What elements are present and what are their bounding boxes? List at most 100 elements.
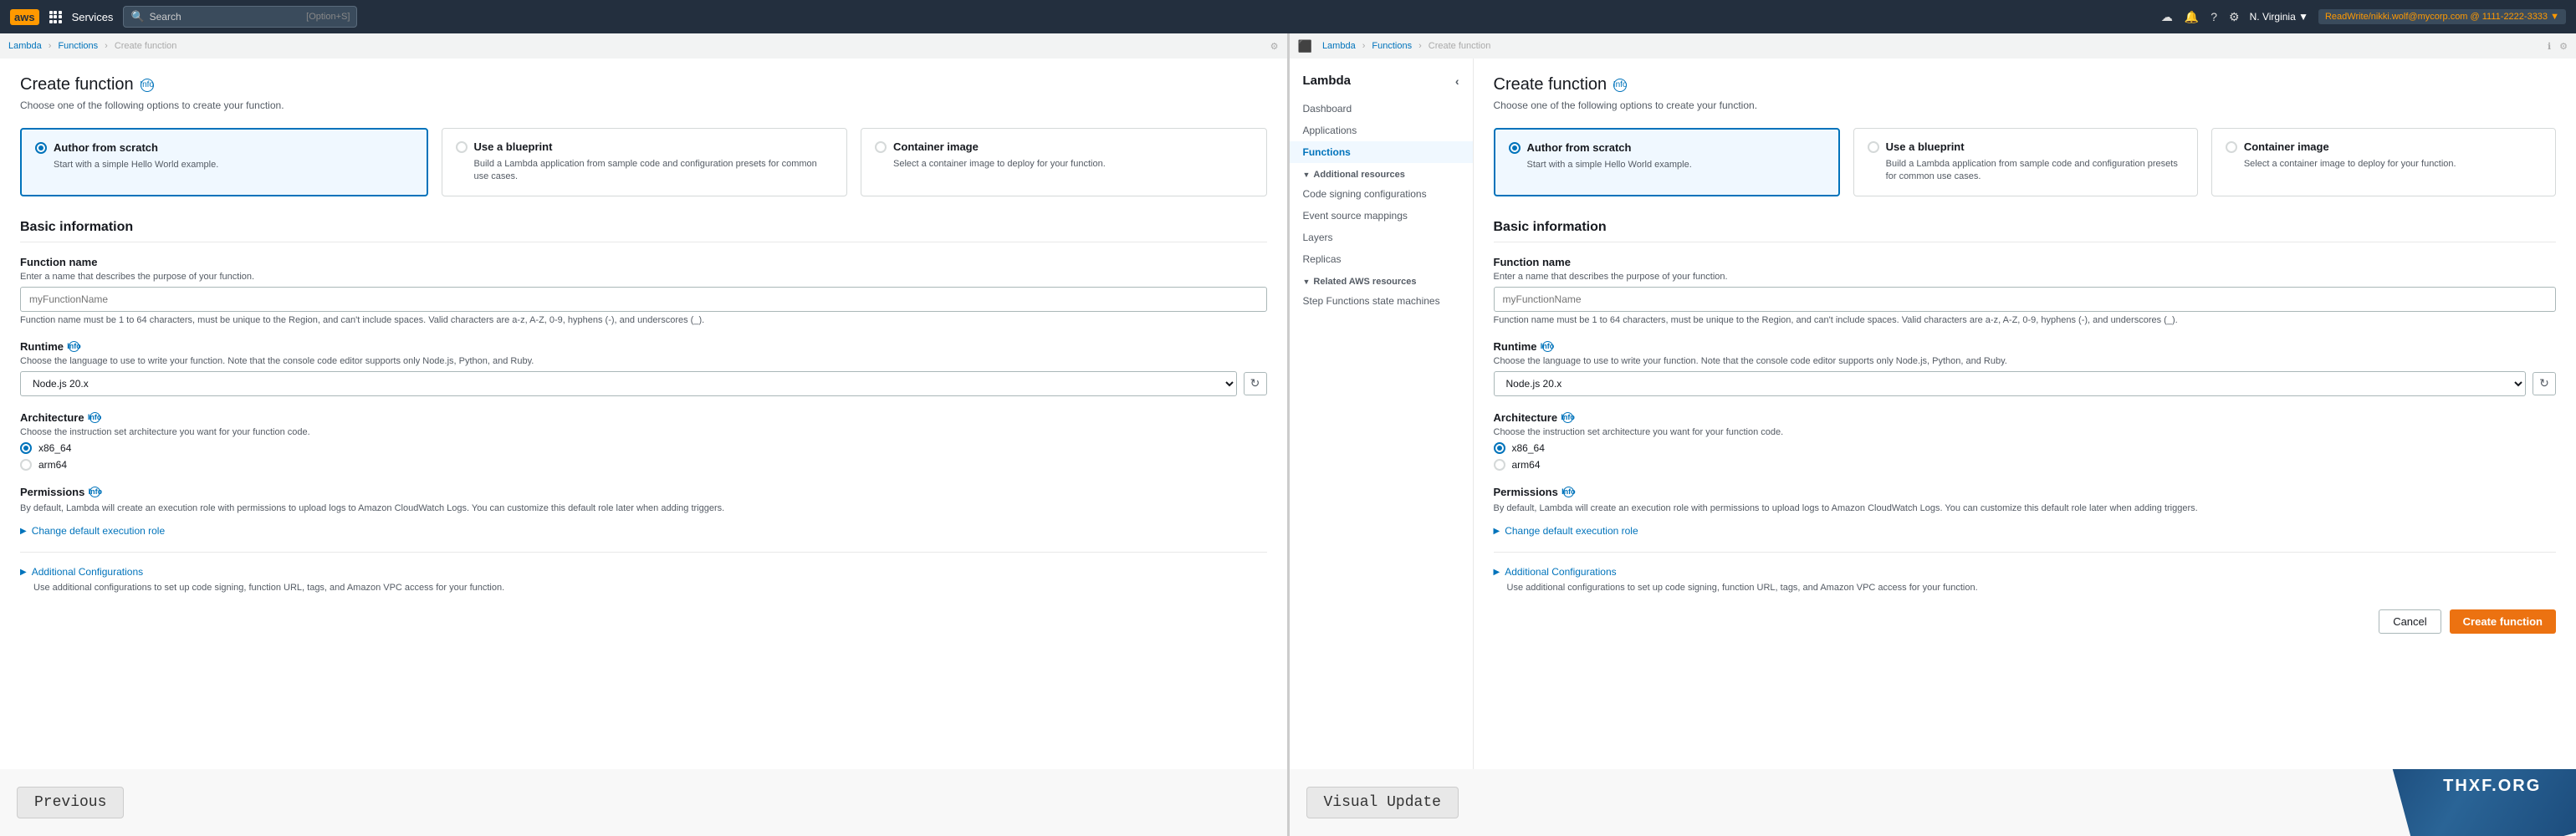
- right-info-icon[interactable]: ℹ: [2548, 41, 2551, 52]
- sidebar-item-layers[interactable]: Layers: [1290, 227, 1473, 248]
- left-arch-x86-radio[interactable]: [20, 442, 32, 454]
- left-perm-info[interactable]: Info: [89, 487, 100, 497]
- left-radio-container[interactable]: [875, 141, 887, 153]
- left-arch-info[interactable]: Info: [89, 412, 100, 423]
- search-placeholder: Search: [150, 11, 181, 23]
- sidebar-section-arrow: ▼: [1303, 171, 1311, 179]
- watermark-text-container: THXF.ORG: [2443, 777, 2541, 796]
- right-option-container[interactable]: Container image Select a container image…: [2211, 128, 2556, 196]
- right-action-buttons: Cancel Create function: [1494, 609, 2557, 634]
- right-option-blueprint[interactable]: Use a blueprint Build a Lambda applicati…: [1853, 128, 2198, 196]
- left-option-author[interactable]: Author from scratch Start with a simple …: [20, 128, 428, 196]
- sidebar-item-functions[interactable]: Functions: [1290, 141, 1473, 163]
- right-function-name-input[interactable]: [1494, 287, 2557, 312]
- breadcrumb-create: Create function: [115, 41, 177, 51]
- region-selector[interactable]: N. Virginia ▼: [2250, 11, 2308, 23]
- breadcrumb-lambda[interactable]: Lambda: [8, 41, 42, 51]
- right-permissions-group: Permissions Info By default, Lambda will…: [1494, 486, 2557, 538]
- sidebar-item-step-functions[interactable]: Step Functions state machines: [1290, 290, 1473, 312]
- bell-icon[interactable]: 🔔: [2185, 10, 2199, 24]
- left-function-name-validation: Function name must be 1 to 64 characters…: [20, 315, 1267, 325]
- right-breadcrumb-functions[interactable]: Functions: [1372, 41, 1412, 51]
- watermark-overlay: THXF.ORG: [2386, 769, 2576, 836]
- right-add-config-icon: ▶: [1494, 568, 1500, 577]
- cloud-icon[interactable]: ☁: [2161, 10, 2173, 24]
- right-arch-arm64-radio[interactable]: [1494, 459, 1505, 471]
- right-runtime-info[interactable]: Info: [1542, 341, 1553, 352]
- right-radio-author[interactable]: [1509, 142, 1521, 154]
- left-arch-arm64-radio[interactable]: [20, 459, 32, 471]
- sidebar-item-applications[interactable]: Applications: [1290, 120, 1473, 141]
- sidebar-item-replicas[interactable]: Replicas: [1290, 248, 1473, 270]
- right-option-author-desc: Start with a simple Hello World example.: [1527, 159, 1825, 171]
- left-option-container[interactable]: Container image Select a container image…: [861, 128, 1267, 196]
- create-function-button[interactable]: Create function: [2450, 609, 2556, 634]
- left-function-name-hint: Enter a name that describes the purpose …: [20, 272, 1267, 282]
- right-arch-x86[interactable]: x86_64: [1494, 442, 2557, 454]
- right-runtime-hint: Choose the language to use to write your…: [1494, 356, 2557, 366]
- sidebar-item-event-source[interactable]: Event source mappings: [1290, 205, 1473, 227]
- left-title-row: Create function Info: [20, 75, 1267, 94]
- right-runtime-select[interactable]: Node.js 20.x: [1494, 371, 2527, 396]
- right-radio-container[interactable]: [2226, 141, 2237, 153]
- right-info-badge[interactable]: Info: [1613, 79, 1627, 92]
- left-arch-x86[interactable]: x86_64: [20, 442, 1267, 454]
- left-runtime-info[interactable]: Info: [69, 341, 79, 352]
- right-breadcrumb-create: Create function: [1429, 41, 1491, 51]
- right-arch-info[interactable]: Info: [1562, 412, 1573, 423]
- sidebar-additional-label: Additional resources: [1313, 170, 1404, 180]
- left-option-author-header: Author from scratch: [35, 141, 413, 154]
- right-additional-config[interactable]: ▶ Additional Configurations: [1494, 566, 2557, 578]
- right-radio-blueprint[interactable]: [1868, 141, 1879, 153]
- left-arch-arm64[interactable]: arm64: [20, 459, 1267, 471]
- cancel-button[interactable]: Cancel: [2379, 609, 2441, 634]
- left-option-container-title: Container image: [893, 140, 979, 153]
- left-change-default-role[interactable]: ▶ Change default execution role: [20, 525, 1267, 537]
- sidebar-related-arrow: ▼: [1303, 278, 1311, 286]
- breadcrumb-functions[interactable]: Functions: [58, 41, 98, 51]
- left-runtime-select[interactable]: Node.js 20.x: [20, 371, 1237, 396]
- top-nav: aws Services 🔍 Search [Option+S] ☁ 🔔 ? ⚙…: [0, 0, 2576, 33]
- right-arch-hint: Choose the instruction set architecture …: [1494, 427, 2557, 437]
- panel-close-icon[interactable]: ⚙: [1270, 41, 1279, 52]
- left-additional-config[interactable]: ▶ Additional Configurations: [20, 566, 1267, 578]
- left-radio-blueprint[interactable]: [456, 141, 468, 153]
- left-radio-author[interactable]: [35, 142, 47, 154]
- search-bar[interactable]: 🔍 Search [Option+S]: [123, 6, 357, 28]
- breadcrumb-sep2: ›: [105, 41, 108, 51]
- left-function-name-input[interactable]: [20, 287, 1267, 312]
- right-breadcrumb-lambda[interactable]: Lambda: [1322, 41, 1356, 51]
- services-label[interactable]: Services: [72, 11, 114, 23]
- left-option-cards: Author from scratch Start with a simple …: [20, 128, 1267, 196]
- right-option-blueprint-title: Use a blueprint: [1886, 140, 1965, 153]
- left-runtime-refresh[interactable]: ↻: [1244, 372, 1267, 395]
- bottom-row: Previous Visual Update THXF.ORG: [0, 769, 2576, 836]
- help-icon[interactable]: ?: [2211, 10, 2217, 23]
- right-arch-x86-radio[interactable]: [1494, 442, 1505, 454]
- right-nav-logo[interactable]: ⬛: [1298, 39, 1312, 54]
- right-change-default-role[interactable]: ▶ Change default execution role: [1494, 525, 2557, 537]
- right-perm-info[interactable]: Info: [1563, 487, 1574, 497]
- right-runtime-refresh[interactable]: ↻: [2533, 372, 2556, 395]
- right-page-title: Create function: [1494, 75, 1607, 94]
- services-grid-icon[interactable]: [49, 11, 62, 23]
- right-change-default-label: Change default execution role: [1505, 525, 1638, 537]
- right-runtime-group: Runtime Info Choose the language to use …: [1494, 340, 2557, 396]
- aws-logo: aws: [10, 9, 39, 25]
- right-option-author[interactable]: Author from scratch Start with a simple …: [1494, 128, 1840, 196]
- right-settings-icon[interactable]: ⚙: [2559, 41, 2568, 52]
- breadcrumb-sep1: ›: [49, 41, 52, 51]
- left-subtitle: Choose one of the following options to c…: [20, 99, 1267, 111]
- sidebar-item-dashboard[interactable]: Dashboard: [1290, 98, 1473, 120]
- right-function-name-validation: Function name must be 1 to 64 characters…: [1494, 315, 2557, 325]
- sidebar-item-code-signing[interactable]: Code signing configurations: [1290, 183, 1473, 205]
- left-info-badge[interactable]: Info: [141, 79, 154, 92]
- settings-icon[interactable]: ⚙: [2229, 10, 2240, 24]
- sidebar-collapse-btn[interactable]: ‹: [1455, 74, 1459, 88]
- account-selector[interactable]: ReadWrite/nikki.wolf@mycorp.com @ 1111-2…: [2318, 9, 2566, 24]
- sidebar-related-aws[interactable]: ▼ Related AWS resources: [1290, 270, 1473, 290]
- right-arch-arm64[interactable]: arm64: [1494, 459, 2557, 471]
- left-option-blueprint[interactable]: Use a blueprint Build a Lambda applicati…: [442, 128, 848, 196]
- right-option-cards: Author from scratch Start with a simple …: [1494, 128, 2557, 196]
- sidebar-additional-resources[interactable]: ▼ Additional resources: [1290, 163, 1473, 183]
